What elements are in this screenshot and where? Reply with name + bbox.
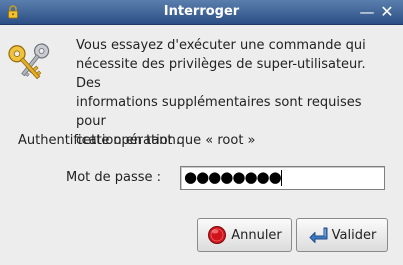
- ok-button-label: Valider: [331, 227, 377, 243]
- message-line: informations supplémentaires sont requis…: [76, 95, 362, 129]
- close-button[interactable]: ✕: [378, 3, 396, 21]
- password-label: Mot de passe :: [66, 170, 162, 185]
- password-value: ●●●●●●●●: [184, 168, 282, 186]
- ok-button[interactable]: Valider: [296, 218, 388, 252]
- title-bar[interactable]: Interroger — ✕: [0, 0, 403, 25]
- stop-icon: [207, 225, 227, 245]
- text-caret: [281, 170, 282, 186]
- enter-arrow-icon: [308, 225, 328, 245]
- auth-dialog: Interroger — ✕ Vous essayez d'exécuter u…: [0, 0, 403, 265]
- cancel-button-label: Annuler: [231, 227, 282, 243]
- message-line: nécessite des privilèges de super-utilis…: [76, 57, 366, 91]
- keys-icon: [8, 36, 54, 84]
- auth-user-label: Authentification en tant que « root »: [18, 133, 256, 148]
- window-title: Interroger: [163, 4, 240, 19]
- password-field[interactable]: ●●●●●●●●: [180, 166, 385, 190]
- minimize-button[interactable]: —: [358, 3, 376, 21]
- cancel-button[interactable]: Annuler: [197, 218, 292, 252]
- message-line: Vous essayez d'exécuter une commande qui: [76, 38, 366, 53]
